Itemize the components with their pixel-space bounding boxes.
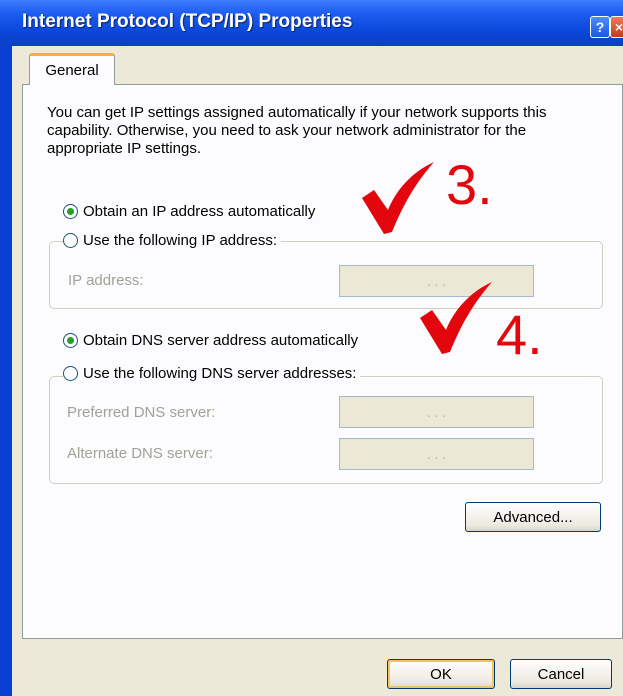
dns-manual-radio[interactable] [63,366,78,381]
close-button[interactable]: × [610,16,623,38]
radio-selected-dot [67,208,74,215]
dialog-window: Internet Protocol (TCP/IP) Properties ? … [0,0,623,696]
radio-selected-dot [67,337,74,344]
tab-general-label: General [45,62,99,79]
checkmark-icon [362,162,434,234]
ip-address-label: IP address: [68,272,144,289]
close-icon: × [614,19,623,35]
step-4-label: 4. [496,303,543,366]
dns-auto-label: Obtain DNS server address automatically [83,332,359,349]
ip-manual-radio[interactable] [63,233,78,248]
window-title: Internet Protocol (TCP/IP) Properties [22,11,353,32]
ip-auto-radio[interactable] [63,204,78,219]
help-icon: ? [595,19,605,35]
dialog-body: General You can get IP settings assigned… [12,46,623,696]
ok-button[interactable]: OK [387,659,495,689]
dns-manual-option[interactable]: Use the following DNS server addresses: [63,365,361,382]
ip-manual-option[interactable]: Use the following IP address: [63,232,281,249]
description-text: You can get IP settings assigned automat… [47,104,547,157]
preferred-dns-label: Preferred DNS server: [67,404,216,421]
dns-manual-label: Use the following DNS server addresses: [83,365,357,382]
preferred-dns-field[interactable]: . . . [339,396,534,428]
alternate-dns-field[interactable]: . . . [339,438,534,470]
ip-auto-option[interactable]: Obtain an IP address automatically [63,203,315,220]
step-3-label: 3. [446,153,493,216]
checkmark-icon [420,282,492,354]
title-bar[interactable]: Internet Protocol (TCP/IP) Properties ? … [0,0,623,46]
alternate-dns-label: Alternate DNS server: [67,445,213,462]
ip-auto-label: Obtain an IP address automatically [83,203,316,220]
ip-manual-label: Use the following IP address: [83,232,277,249]
advanced-button[interactable]: Advanced... [465,502,601,532]
tab-general[interactable]: General [29,53,115,85]
cancel-button[interactable]: Cancel [510,659,612,689]
help-button[interactable]: ? [590,16,610,38]
dns-auto-radio[interactable] [63,333,78,348]
dns-auto-option[interactable]: Obtain DNS server address automatically [63,332,358,349]
